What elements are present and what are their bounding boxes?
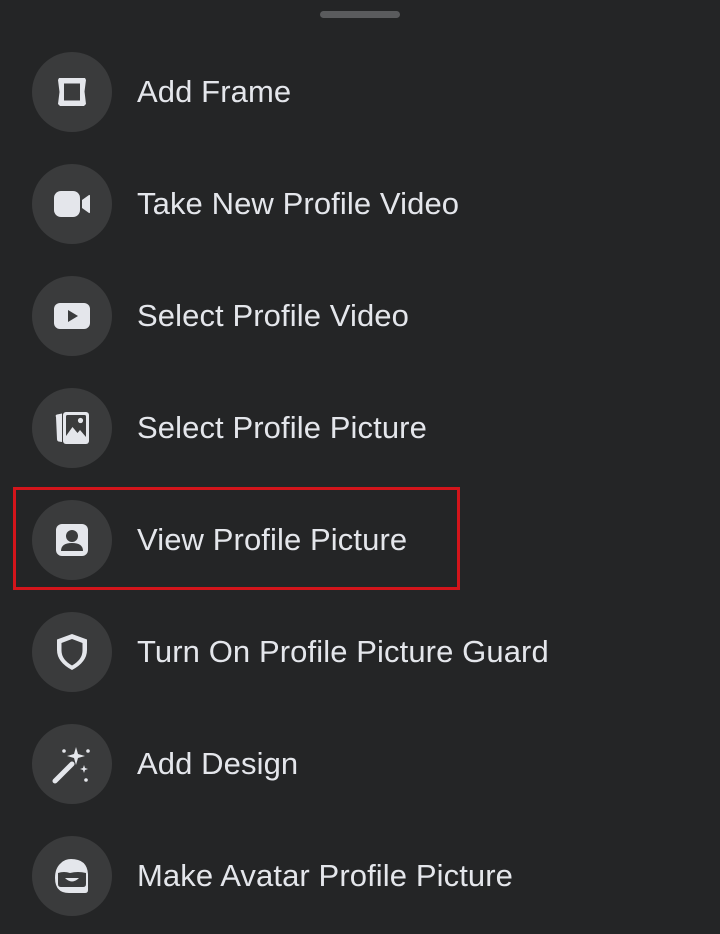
avatar-face-icon (32, 836, 112, 916)
bottom-sheet: Add Frame Take New Profile Video Select … (0, 0, 720, 934)
menu-item-take-new-profile-video[interactable]: Take New Profile Video (0, 148, 720, 260)
menu-item-label: Take New Profile Video (137, 186, 460, 221)
menu-item-label: Add Frame (137, 74, 292, 109)
menu-item-make-avatar-profile-picture[interactable]: Make Avatar Profile Picture (0, 820, 720, 932)
menu-item-view-profile-picture[interactable]: View Profile Picture (0, 484, 720, 596)
video-camera-icon (32, 164, 112, 244)
menu-item-select-profile-picture[interactable]: Select Profile Picture (0, 372, 720, 484)
shield-icon (32, 612, 112, 692)
menu-item-turn-on-profile-picture-guard[interactable]: Turn On Profile Picture Guard (0, 596, 720, 708)
menu-item-label: Select Profile Video (137, 298, 409, 333)
person-portrait-icon (32, 500, 112, 580)
menu-item-label: Select Profile Picture (137, 410, 427, 445)
photo-gallery-icon (32, 388, 112, 468)
menu-item-add-design[interactable]: Add Design (0, 708, 720, 820)
menu-item-add-frame[interactable]: Add Frame (0, 36, 720, 148)
profile-picture-menu: Add Frame Take New Profile Video Select … (0, 36, 720, 932)
magic-wand-icon (32, 724, 112, 804)
play-video-icon (32, 276, 112, 356)
menu-item-select-profile-video[interactable]: Select Profile Video (0, 260, 720, 372)
drag-handle[interactable] (320, 11, 400, 18)
menu-item-label: View Profile Picture (137, 522, 408, 557)
menu-item-label: Add Design (137, 746, 299, 781)
menu-item-label: Turn On Profile Picture Guard (137, 634, 549, 669)
menu-item-label: Make Avatar Profile Picture (137, 858, 514, 893)
frame-icon (32, 52, 112, 132)
